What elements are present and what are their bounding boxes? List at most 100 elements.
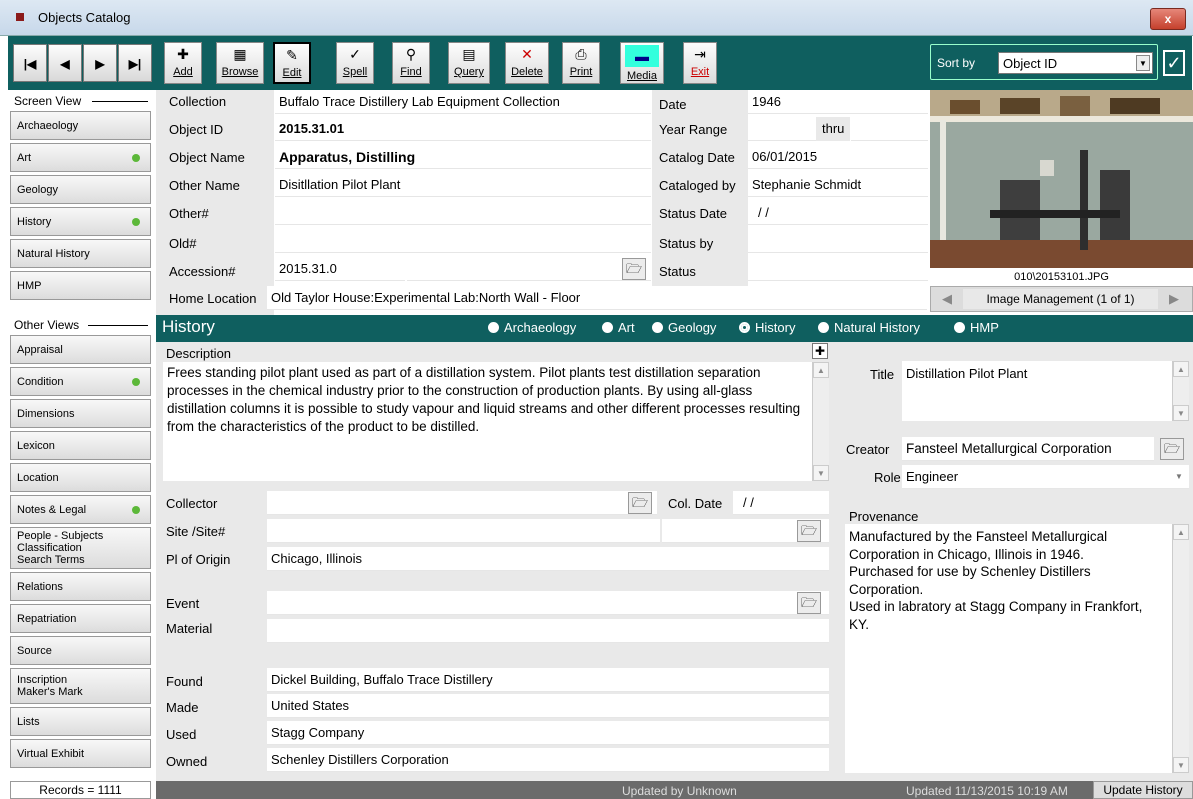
sidebar-item-lists[interactable]: Lists: [10, 707, 151, 736]
query-button[interactable]: ▤ Query: [448, 42, 490, 84]
edit-button[interactable]: ✎ Edit: [273, 42, 311, 84]
title-scrollbar[interactable]: ▲ ▼: [1172, 361, 1189, 421]
provenance-field[interactable]: Manufactured by the Fansteel Metallurgic…: [845, 524, 1189, 773]
title-field[interactable]: Distillation Pilot Plant: [902, 361, 1189, 421]
radio-art[interactable]: Art: [602, 320, 635, 335]
collector-field[interactable]: [267, 491, 657, 515]
accession-field[interactable]: 2015.31.0: [275, 257, 405, 281]
window-title: Objects Catalog: [38, 10, 131, 25]
thru-label: thru: [816, 117, 850, 141]
sidebar-item-art[interactable]: Art: [10, 143, 151, 172]
folder-icon[interactable]: 🗁: [622, 258, 646, 280]
checklist-icon[interactable]: ✓: [1163, 50, 1185, 76]
radio-natural-history[interactable]: Natural History: [818, 320, 920, 335]
sidebar-item-condition[interactable]: Condition: [10, 367, 151, 396]
creator-field[interactable]: Fansteel Metallurgical Corporation: [902, 437, 1154, 461]
image-prev-button[interactable]: ◀: [936, 289, 958, 309]
last-record-button[interactable]: ▶|: [118, 44, 152, 82]
expand-icon[interactable]: ✚: [812, 343, 828, 359]
cataloged-by-label: Cataloged by: [659, 178, 736, 193]
role-select[interactable]: Engineer: [902, 465, 1189, 489]
object-id-field[interactable]: 2015.31.01: [275, 117, 651, 141]
radio-geology[interactable]: Geology: [652, 320, 716, 335]
chevron-down-icon[interactable]: ▼: [1172, 468, 1186, 486]
site-field[interactable]: [267, 519, 660, 543]
year-range-to-field[interactable]: [851, 117, 928, 141]
year-range-from-field[interactable]: [748, 117, 816, 141]
delete-button[interactable]: ✕ Delete: [505, 42, 549, 84]
col-date-field[interactable]: / /: [733, 491, 829, 515]
sidebar-item-virtual-exhibit[interactable]: Virtual Exhibit: [10, 739, 151, 768]
owned-field[interactable]: Schenley Distillers Corporation: [267, 748, 829, 772]
sidebar-item-people-subjects[interactable]: People - Subjects Classification Search …: [10, 527, 151, 569]
previous-record-button[interactable]: ◀: [48, 44, 82, 82]
sidebar-item-dimensions[interactable]: Dimensions: [10, 399, 151, 428]
sidebar-item-label: Appraisal: [17, 343, 63, 356]
sort-by-select[interactable]: Object ID ▼: [998, 52, 1153, 74]
old-number-field[interactable]: [275, 229, 651, 253]
radio-hmp[interactable]: HMP: [954, 320, 999, 335]
exit-button[interactable]: ⇥ Exit: [683, 42, 717, 84]
radio-label: Natural History: [834, 320, 920, 335]
close-button[interactable]: x: [1150, 8, 1186, 30]
browse-button[interactable]: ▦ Browse: [216, 42, 264, 84]
sidebar-item-appraisal[interactable]: Appraisal: [10, 335, 151, 364]
sidebar-item-hmp[interactable]: HMP: [10, 271, 151, 300]
sidebar-item-geology[interactable]: Geology: [10, 175, 151, 204]
object-name-field[interactable]: Apparatus, Distilling: [275, 145, 651, 169]
other-name-field[interactable]: Disitllation Pilot Plant: [275, 173, 651, 197]
origin-field[interactable]: Chicago, Illinois: [267, 547, 829, 571]
sidebar-item-location[interactable]: Location: [10, 463, 151, 492]
image-management-button[interactable]: Image Management (1 of 1): [963, 289, 1158, 309]
image-next-button[interactable]: ▶: [1163, 289, 1185, 309]
sidebar-item-inscription[interactable]: Inscription Maker's Mark: [10, 668, 151, 704]
made-field[interactable]: United States: [267, 694, 829, 718]
sidebar-item-source[interactable]: Source: [10, 636, 151, 665]
folder-icon[interactable]: 🗁: [797, 520, 821, 542]
status-date-field[interactable]: / /: [748, 201, 928, 225]
provenance-scrollbar[interactable]: ▲ ▼: [1172, 524, 1189, 773]
sidebar-item-relations[interactable]: Relations: [10, 572, 151, 601]
next-record-button[interactable]: ▶: [83, 44, 117, 82]
collection-field[interactable]: Buffalo Trace Distillery Lab Equipment C…: [275, 90, 651, 114]
site-label: Site /Site#: [166, 524, 226, 539]
sidebar-item-notes-legal[interactable]: Notes & Legal: [10, 495, 151, 524]
folder-icon[interactable]: 🗁: [797, 592, 821, 614]
history-title: History: [162, 317, 215, 336]
update-history-button[interactable]: Update History: [1093, 781, 1193, 799]
found-field[interactable]: Dickel Building, Buffalo Trace Distiller…: [267, 668, 829, 692]
folder-icon[interactable]: 🗁: [628, 492, 652, 514]
found-label: Found: [166, 674, 203, 689]
radio-archaeology[interactable]: Archaeology: [488, 320, 576, 335]
object-name-label: Object Name: [169, 150, 245, 165]
date-field[interactable]: 1946: [748, 90, 928, 114]
description-field[interactable]: Frees standing pilot plant used as part …: [163, 362, 829, 481]
event-field[interactable]: [267, 591, 829, 615]
other-number-field[interactable]: [275, 201, 651, 225]
used-field[interactable]: Stagg Company: [267, 721, 829, 745]
print-button[interactable]: ⎙ Print: [562, 42, 600, 84]
sidebar-item-repatriation[interactable]: Repatriation: [10, 604, 151, 633]
folder-icon[interactable]: 🗁: [1160, 438, 1184, 460]
status-by-field[interactable]: [748, 229, 928, 253]
material-field[interactable]: [267, 619, 829, 643]
first-record-button[interactable]: |◀: [13, 44, 47, 82]
find-button[interactable]: ⚲ Find: [392, 42, 430, 84]
sidebar-item-natural-history[interactable]: Natural History: [10, 239, 151, 268]
creator-label: Creator: [846, 442, 890, 457]
description-scrollbar[interactable]: ▲ ▼: [812, 362, 829, 481]
add-button[interactable]: ✚ Add: [164, 42, 202, 84]
radio-history[interactable]: History: [739, 320, 795, 335]
home-location-field[interactable]: Old Taylor House:Experimental Lab:North …: [267, 286, 927, 310]
status-field[interactable]: [748, 257, 928, 281]
media-button[interactable]: ▬ Media: [620, 42, 664, 84]
object-photo[interactable]: [930, 90, 1193, 268]
catalog-date-field[interactable]: 06/01/2015: [748, 145, 928, 169]
accession-extra-field[interactable]: [407, 257, 651, 281]
sidebar-item-history[interactable]: History: [10, 207, 151, 236]
add-icon: ✚: [177, 46, 189, 62]
sidebar-item-archaeology[interactable]: Archaeology: [10, 111, 151, 140]
spell-button[interactable]: ✓ Spell: [336, 42, 374, 84]
cataloged-by-field[interactable]: Stephanie Schmidt: [748, 173, 928, 197]
sidebar-item-lexicon[interactable]: Lexicon: [10, 431, 151, 460]
